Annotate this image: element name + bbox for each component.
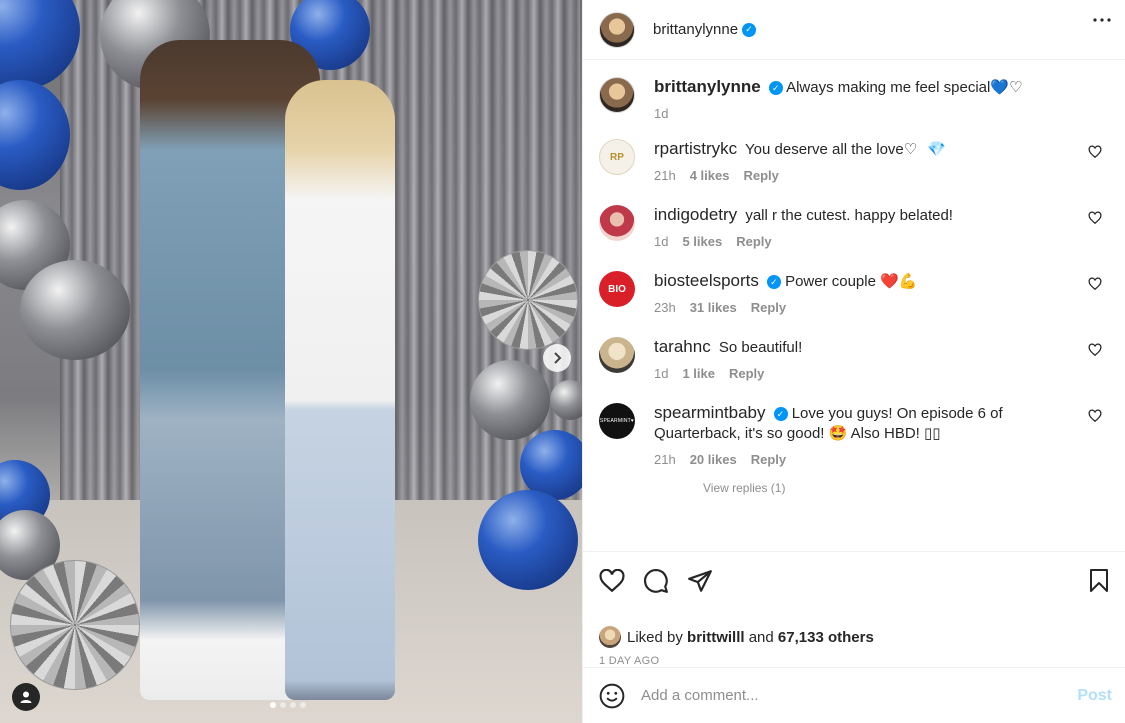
comment-text: So beautiful! (718, 339, 803, 356)
comment-likes[interactable]: 20 likes (690, 452, 737, 467)
comment-time: 1d (654, 366, 669, 381)
comment-time: 21h (654, 452, 676, 467)
comment-item: BIO biosteelsports ✓ Power couple ❤️💪 23h… (599, 271, 1110, 315)
comment-likes[interactable]: 1 like (682, 366, 715, 381)
comment-avatar[interactable] (599, 205, 635, 241)
reply-button[interactable]: Reply (751, 452, 786, 467)
comment-avatar[interactable]: SPEARMINT♥ (599, 403, 635, 439)
caption-text: Always making me feel special (786, 79, 991, 96)
post-actions: Liked by brittwilll and 67,133 others 1 … (583, 551, 1125, 667)
blue-heart-emoji: 💙 (990, 79, 1010, 96)
owner-username[interactable]: brittanylynne (653, 21, 738, 38)
balloon (550, 380, 582, 420)
comment-username[interactable]: biosteelsports (654, 271, 759, 290)
verified-badge-icon: ✓ (742, 22, 757, 37)
liked-by-prefix: Liked by (627, 628, 683, 646)
heart-outline-icon[interactable] (599, 569, 625, 593)
reply-button[interactable]: Reply (729, 366, 764, 381)
verified-badge-icon: ✓ (768, 81, 783, 96)
heart-outline-icon[interactable] (1088, 211, 1102, 225)
carousel-indicator (270, 702, 306, 708)
comment-avatar[interactable]: RP (599, 139, 635, 175)
comment-time: 21h (654, 168, 676, 183)
tagged-users-button[interactable] (12, 683, 40, 711)
heart-outline-icon[interactable] (1088, 343, 1102, 357)
person-right (285, 80, 395, 700)
gem-emoji: 💎 (927, 141, 947, 158)
add-comment-bar: Post (583, 667, 1125, 723)
comment-text: yall r the cutest. happy belated! (745, 207, 953, 224)
more-horizontal-icon (1093, 18, 1111, 22)
comment-avatar[interactable] (599, 337, 635, 373)
post-comment-button[interactable]: Post (1077, 687, 1112, 705)
comment-item: SPEARMINT♥ spearmintbaby ✓ Love you guys!… (599, 403, 1110, 467)
reply-button[interactable]: Reply (751, 300, 786, 315)
comment-item: tarahnc So beautiful! 1d 1 like Reply (599, 337, 1110, 381)
bookmark-icon[interactable] (1088, 569, 1110, 593)
caption: brittanylynne ✓ Always making me feel spe… (599, 77, 1110, 121)
comment-text: You deserve all the love♡ (745, 141, 918, 158)
carousel-dot (290, 702, 296, 708)
liked-by-summary: Liked by brittwilll and 67,133 others (599, 626, 1110, 648)
comment-avatar[interactable]: BIO (599, 271, 635, 307)
balloon (478, 490, 578, 590)
liker-avatar[interactable] (599, 626, 621, 648)
comment-bubble-icon[interactable] (643, 568, 669, 594)
post-media[interactable] (0, 0, 582, 723)
comment-item: RP rpartistrykc You deserve all the love… (599, 139, 1110, 183)
comment-text-continued: Also HBD! ▯▯ (850, 425, 941, 442)
heart-outline-icon[interactable] (1088, 277, 1102, 291)
comments-list[interactable]: brittanylynne ✓ Always making me feel spe… (583, 61, 1125, 551)
user-tag-icon (20, 691, 32, 703)
caption-username[interactable]: brittanylynne (654, 77, 761, 96)
reply-button[interactable]: Reply (743, 168, 778, 183)
next-image-button[interactable] (543, 344, 571, 372)
comment-username[interactable]: rpartistrykc (654, 139, 737, 158)
carousel-dot (300, 702, 306, 708)
verified-badge-icon: ✓ (773, 407, 788, 422)
likes-count[interactable]: 67,133 others (778, 629, 874, 646)
paper-plane-icon[interactable] (687, 568, 713, 594)
comment-likes[interactable]: 5 likes (682, 234, 722, 249)
smiley-icon[interactable] (599, 683, 625, 709)
disco-balloon (10, 560, 140, 690)
comment-username[interactable]: indigodetry (654, 205, 737, 224)
star-eyes-emoji: 🤩 (828, 425, 848, 442)
comment-text: Power couple (785, 273, 876, 290)
chevron-right-icon (554, 352, 562, 364)
post-header: brittanylynne ✓ (583, 0, 1125, 60)
disco-balloon (478, 250, 578, 350)
comment-input[interactable] (641, 687, 1078, 704)
liker-username[interactable]: brittwilll (687, 629, 745, 646)
view-replies-button[interactable]: View replies (1) (703, 481, 1110, 495)
heart-outline-icon[interactable] (1088, 145, 1102, 159)
comment-likes[interactable]: 4 likes (690, 168, 730, 183)
owner-avatar[interactable] (599, 11, 635, 48)
carousel-dot (270, 702, 276, 708)
verified-badge-icon: ✓ (766, 275, 781, 290)
balloon (20, 260, 130, 360)
white-heart-emoji: ♡ (1009, 79, 1023, 96)
carousel-dot (280, 702, 286, 708)
liked-by-connector: and (748, 628, 774, 646)
caption-avatar[interactable] (599, 77, 635, 113)
comment-time: 1d (654, 234, 669, 249)
more-options-button[interactable] (1093, 18, 1111, 22)
comment-time: 23h (654, 300, 676, 315)
comment-item: indigodetry yall r the cutest. happy bel… (599, 205, 1110, 249)
post-panel: brittanylynne ✓ brittanylynne ✓ Always ma… (582, 0, 1125, 723)
heart-muscle-emoji: ❤️💪 (880, 273, 918, 290)
heart-outline-icon[interactable] (1088, 409, 1102, 423)
reply-button[interactable]: Reply (736, 234, 771, 249)
caption-time: 1d (654, 106, 669, 121)
post-timestamp[interactable]: 1 DAY AGO (599, 655, 1110, 667)
comment-username[interactable]: spearmintbaby (654, 403, 766, 422)
comment-username[interactable]: tarahnc (654, 337, 711, 356)
comment-likes[interactable]: 31 likes (690, 300, 737, 315)
balloon (470, 360, 550, 440)
